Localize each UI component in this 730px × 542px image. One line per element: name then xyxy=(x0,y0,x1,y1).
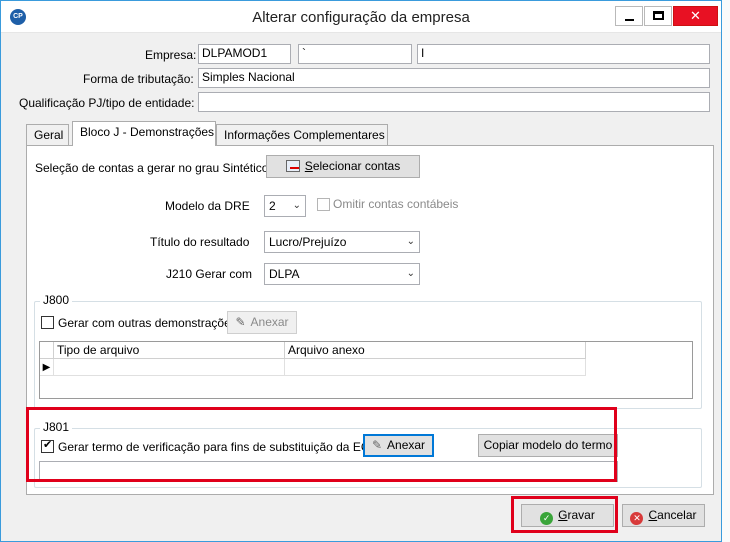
close-icon: ✕ xyxy=(690,8,701,23)
window-title: Alterar configuração da empresa xyxy=(252,9,470,26)
gerar-outras-demonstracoes-checkbox[interactable] xyxy=(41,316,54,329)
maximize-button[interactable] xyxy=(644,6,672,26)
minimize-button[interactable] xyxy=(615,6,643,26)
grid-column-header[interactable]: Arquivo anexo xyxy=(285,342,586,359)
omitir-contas-checkbox[interactable] xyxy=(317,198,330,211)
paperclip-icon: ✎ xyxy=(235,315,246,329)
j801-anexar-button[interactable]: ✎ Anexar xyxy=(363,434,434,457)
gravar-hotkey: G xyxy=(558,508,568,522)
modelo-dre-label: Modelo da DRE xyxy=(165,199,250,213)
copiar-modelo-termo-button[interactable]: Copiar modelo do termo xyxy=(478,434,618,457)
cancel-circle-icon: ✕ xyxy=(630,512,644,525)
tab-bloco-j[interactable]: Bloco J - Demonstrações xyxy=(72,121,216,146)
j800-anexar-label: Anexar xyxy=(250,315,289,329)
empresa-name-field[interactable]: I xyxy=(417,44,710,64)
grid-row-header-corner xyxy=(40,342,54,359)
j801-file-field[interactable] xyxy=(39,461,618,482)
tab-geral[interactable]: Geral xyxy=(26,124,69,145)
j801-anexar-label: Anexar xyxy=(387,438,426,452)
qualificacao-label: Qualificação PJ/tipo de entidade: xyxy=(19,96,195,110)
j800-anexar-button[interactable]: ✎ Anexar xyxy=(227,311,297,334)
paperclip-icon: ✎ xyxy=(371,438,383,452)
gerar-termo-checkbox[interactable] xyxy=(41,438,54,453)
selecao-contas-label: Seleção de contas a gerar no grau Sintét… xyxy=(35,161,269,175)
selecionar-hotkey: S xyxy=(304,159,313,173)
chevron-down-icon: ⌄ xyxy=(292,200,301,211)
selecionar-label: elecionar contas xyxy=(312,159,401,173)
close-button[interactable]: ✕ xyxy=(673,6,718,26)
minimize-icon xyxy=(625,19,634,21)
maximize-icon xyxy=(653,11,664,20)
tributacao-field[interactable]: Simples Nacional xyxy=(198,68,710,88)
titulo-resultado-select[interactable]: Lucro/Prejuízo ⌄ xyxy=(264,231,420,253)
title-bar: CP Alterar configuração da empresa ✕ xyxy=(1,1,721,33)
gravar-button[interactable]: ✓ Gravar xyxy=(521,504,614,527)
titulo-resultado-label: Título do resultado xyxy=(150,235,250,249)
selecionar-contas-button[interactable]: Selecionar contas xyxy=(266,155,420,178)
dialog-window: CP Alterar configuração da empresa ✕ Emp… xyxy=(0,0,722,542)
grid-cell[interactable] xyxy=(54,359,285,376)
j801-title: J801 xyxy=(40,420,73,434)
j800-title: J800 xyxy=(40,293,73,307)
empresa-field-2[interactable]: ` xyxy=(298,44,412,64)
gerar-termo-label: Gerar termo de verificação para fins de … xyxy=(58,440,379,454)
modelo-dre-select[interactable]: 2 ⌄ xyxy=(264,195,306,217)
tributacao-label: Forma de tributação: xyxy=(83,72,194,86)
qualificacao-field[interactable] xyxy=(198,92,710,112)
select-accounts-icon xyxy=(285,160,300,172)
j210-value: DLPA xyxy=(269,267,300,281)
j210-label: J210 Gerar com xyxy=(166,267,253,281)
modelo-dre-value: 2 xyxy=(269,199,276,213)
empresa-code-field[interactable]: DLPAMOD1 xyxy=(198,44,291,64)
gravar-label: ravar xyxy=(567,508,595,522)
omitir-contas-label: Omitir contas contábeis xyxy=(333,197,459,211)
chevron-down-icon: ⌄ xyxy=(406,268,415,279)
current-row-marker-icon: ▶ xyxy=(40,359,54,376)
tab-page-bloco-j: Seleção de contas a gerar no grau Sintét… xyxy=(26,145,714,495)
titulo-resultado-value: Lucro/Prejuízo xyxy=(269,235,347,249)
empresa-label: Empresa: xyxy=(145,48,197,62)
cancelar-hotkey: C xyxy=(648,508,658,522)
cancelar-button[interactable]: ✕ Cancelar xyxy=(622,504,705,527)
tab-informacoes-complementares[interactable]: Informações Complementares xyxy=(216,124,388,145)
j800-attachments-grid[interactable]: Tipo de arquivo Arquivo anexo ▶ xyxy=(39,341,693,399)
background-window-edge xyxy=(722,0,730,542)
chevron-down-icon: ⌄ xyxy=(406,236,415,247)
check-circle-icon: ✓ xyxy=(540,512,554,525)
grid-cell[interactable] xyxy=(285,359,586,376)
j210-select[interactable]: DLPA ⌄ xyxy=(264,263,420,285)
gerar-outras-demonstracoes-label: Gerar com outras demonstrações xyxy=(58,316,237,330)
grid-column-header[interactable]: Tipo de arquivo xyxy=(54,342,285,359)
cancelar-label: ancelar xyxy=(657,508,697,522)
